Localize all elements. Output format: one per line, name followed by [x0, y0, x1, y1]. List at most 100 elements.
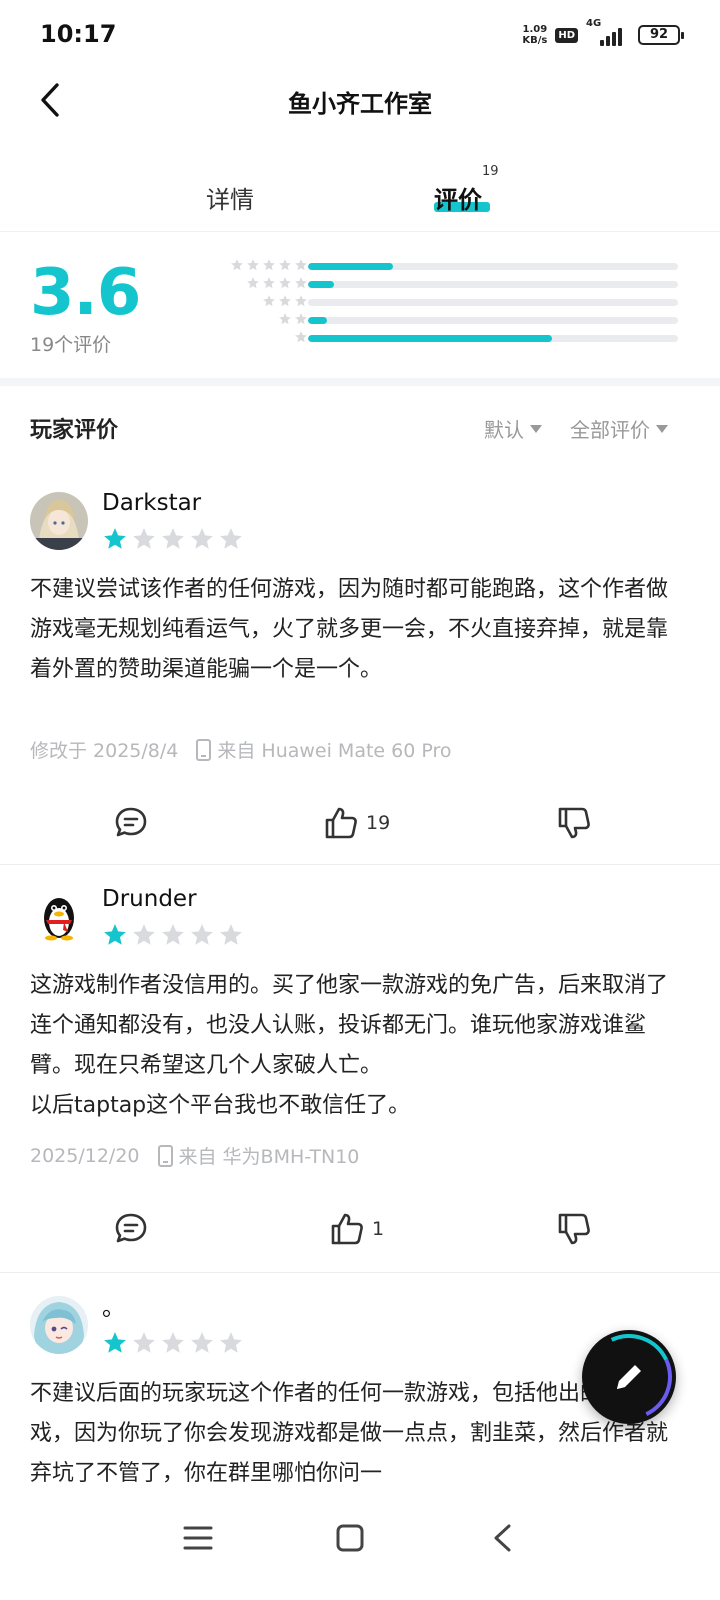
distribution-row-2 — [214, 312, 684, 330]
sort-label: 默认 — [484, 418, 524, 442]
status-time: 10:17 — [40, 20, 117, 48]
review-text[interactable]: 这游戏制作者没信用的。买了他家一款游戏的免广告，后来取消了连个通知都没有，也没人… — [30, 966, 670, 1126]
card-divider — [0, 1272, 720, 1273]
star-empty-icon — [220, 528, 242, 549]
review-paragraph: 以后taptap这个平台我也不敢信任了。 — [30, 1093, 411, 1118]
rating-distribution — [214, 258, 684, 348]
network-type: 4G — [586, 18, 602, 29]
star-filled-icon — [104, 1332, 126, 1353]
triangle-back-icon — [494, 1524, 511, 1552]
hd-badge: HD — [555, 27, 578, 43]
signal-icon: 4G — [586, 18, 630, 46]
distribution-stars — [246, 276, 308, 290]
distribution-bar-track — [308, 281, 678, 288]
distribution-bar-track — [308, 263, 678, 270]
distribution-bar-fill — [308, 263, 394, 270]
avatar-image — [44, 898, 74, 941]
like-button[interactable]: 19 — [322, 804, 390, 842]
username[interactable]: 。 — [102, 1288, 125, 1322]
star-rating — [102, 526, 244, 552]
nav-back-button[interactable] — [472, 1508, 532, 1568]
avatar[interactable] — [30, 888, 88, 946]
avatar[interactable] — [30, 1296, 88, 1354]
review-paragraph: 这游戏制作者没信用的。买了他家一款游戏的免广告，后来取消了连个通知都没有，也没人… — [30, 973, 669, 1078]
distribution-row-4 — [214, 276, 684, 294]
star-empty-icon — [133, 924, 155, 945]
system-nav-bar — [0, 1496, 720, 1600]
comment-icon — [115, 1213, 147, 1243]
dislike-button[interactable] — [555, 804, 593, 842]
network-speed: 1.09 KB/s — [522, 24, 548, 46]
tab-reviews-label: 评价 — [434, 186, 482, 214]
star-icon — [263, 277, 275, 289]
star-rating — [102, 922, 244, 948]
rating-summary: 3.6 19个评价 — [0, 234, 720, 380]
comment-icon — [115, 807, 147, 837]
star-icon — [279, 313, 291, 325]
distribution-bar-track — [308, 335, 678, 342]
avatar-image — [30, 1296, 88, 1354]
star-empty-icon — [220, 1332, 242, 1353]
phone-icon — [196, 738, 212, 761]
avatar-image — [30, 492, 88, 550]
distribution-bar-track — [308, 317, 678, 324]
username[interactable]: Darkstar — [102, 490, 201, 516]
rating-count: 19个评价 — [30, 334, 112, 356]
thumbs-down-icon — [558, 807, 590, 839]
star-icon — [231, 259, 243, 271]
distribution-stars — [230, 258, 308, 272]
page-title: 鱼小齐工作室 — [288, 90, 432, 118]
star-icon — [279, 295, 291, 307]
star-filled-icon — [104, 528, 126, 549]
star-empty-icon — [220, 924, 242, 945]
card-divider — [0, 864, 720, 865]
caret-down-icon — [656, 424, 668, 433]
star-icon — [263, 295, 275, 307]
nav-home-button[interactable] — [320, 1508, 380, 1568]
star-icon — [295, 295, 307, 307]
sort-dropdown[interactable]: 默认 — [484, 414, 542, 443]
filter-row: 玩家评价 默认 全部评价 — [0, 396, 720, 456]
thumbs-up-icon — [331, 1213, 363, 1245]
distribution-stars — [262, 294, 308, 308]
star-filled-icon — [104, 924, 126, 945]
tab-details[interactable]: 详情 — [206, 180, 254, 215]
tab-reviews[interactable]: 评价 — [434, 180, 482, 215]
dislike-button[interactable] — [555, 1210, 593, 1248]
review-text[interactable]: 不建议后面的玩家玩这个作者的任何一款游戏，包括他出的任何游戏，因为你玩了你会发现… — [30, 1374, 670, 1494]
like-count: 1 — [372, 1218, 385, 1240]
battery-icon: 92 — [638, 25, 684, 45]
thumbs-up-icon — [325, 807, 357, 839]
star-icon — [295, 277, 307, 289]
status-bar: 10:17 1.09 KB/s HD 4G 92 — [0, 0, 720, 70]
review-actions: 19 — [0, 792, 720, 852]
scope-label: 全部评价 — [570, 418, 650, 442]
average-score: 3.6 — [30, 256, 141, 330]
star-empty-icon — [191, 1332, 213, 1353]
comment-button[interactable] — [112, 1210, 150, 1248]
star-rating — [102, 1330, 244, 1356]
star-icon — [279, 259, 291, 271]
comment-button[interactable] — [112, 804, 150, 842]
distribution-bar-fill — [308, 335, 553, 342]
username[interactable]: Drunder — [102, 886, 197, 912]
like-button[interactable]: 1 — [328, 1210, 384, 1248]
tab-bar: 详情 评价 19 — [0, 160, 720, 232]
review-card: Drunder 这游戏制作者没信用的。买了他家一款游戏的免广告，后来取消了连个通… — [0, 866, 720, 1270]
review-count-badge: 19 — [482, 164, 499, 179]
star-empty-icon — [162, 528, 184, 549]
star-icon — [295, 313, 307, 325]
review-date: 修改于 2025/8/4 — [30, 740, 179, 762]
review-device: 来自 华为BMH-TN10 — [178, 1146, 360, 1168]
distribution-bar-fill — [308, 317, 327, 324]
review-meta: 修改于 2025/8/4 来自 Huawei Mate 60 Pro — [30, 736, 452, 763]
review-text[interactable]: 不建议尝试该作者的任何游戏，因为随时都可能跑路，这个作者做游戏毫无规划纯看运气，… — [30, 570, 670, 690]
avatar[interactable] — [30, 492, 88, 550]
star-empty-icon — [191, 528, 213, 549]
distribution-bar-fill — [308, 281, 334, 288]
review-actions: 1 — [0, 1198, 720, 1258]
distribution-row-3 — [214, 294, 684, 312]
write-review-button[interactable] — [573, 1321, 685, 1433]
nav-menu-button[interactable] — [168, 1508, 228, 1568]
scope-dropdown[interactable]: 全部评价 — [570, 414, 668, 443]
